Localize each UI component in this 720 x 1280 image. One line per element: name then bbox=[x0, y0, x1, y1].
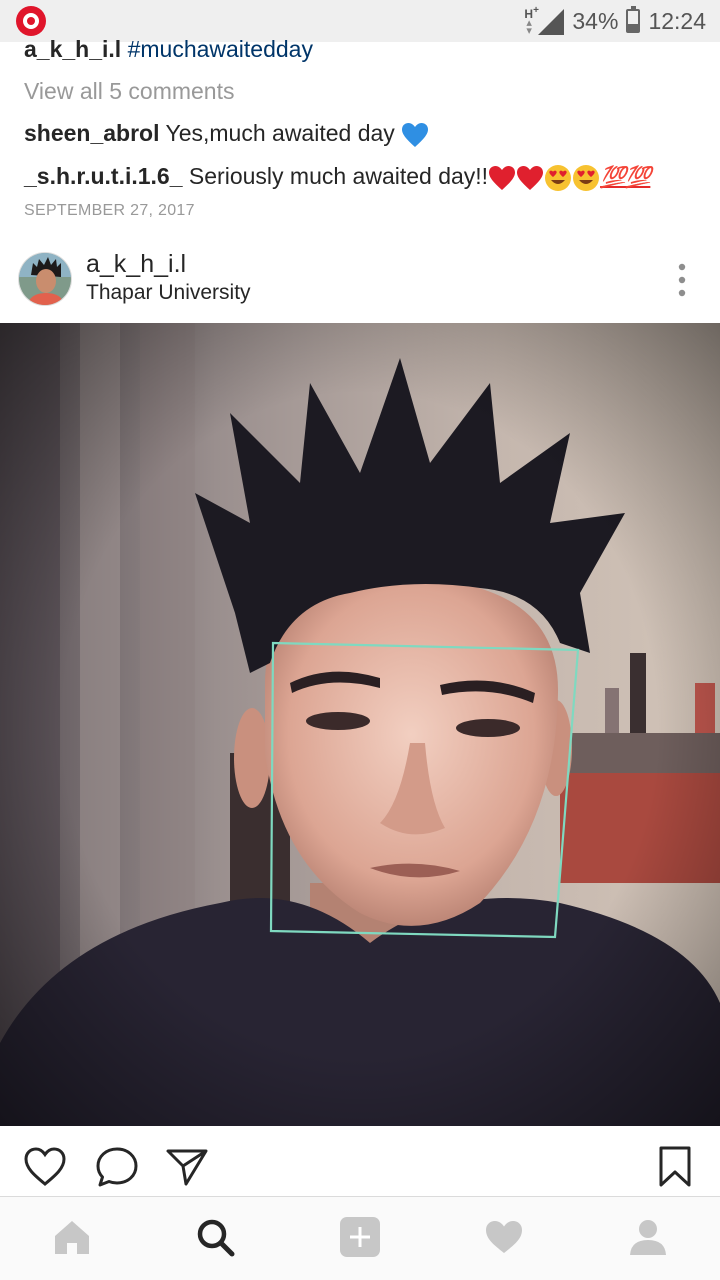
avatar[interactable] bbox=[18, 252, 72, 306]
post-action-bar bbox=[0, 1130, 720, 1196]
home-icon[interactable] bbox=[52, 1217, 92, 1257]
comment-username[interactable]: sheen_abrol bbox=[24, 120, 160, 146]
battery-icon bbox=[626, 6, 641, 33]
post-photo[interactable] bbox=[0, 323, 720, 1126]
activity-heart-icon[interactable] bbox=[484, 1217, 524, 1257]
caption-hashtag[interactable]: #muchawaitedday bbox=[128, 36, 313, 62]
profile-icon[interactable] bbox=[628, 1217, 668, 1257]
caption-username[interactable]: a_k_h_i.l bbox=[24, 36, 121, 62]
send-paper-plane-icon[interactable] bbox=[164, 1144, 210, 1190]
post-date: SEPTEMBER 27, 2017 bbox=[24, 202, 195, 219]
view-all-comments-link[interactable]: View all 5 comments bbox=[24, 78, 235, 105]
red-heart-emoji-icon bbox=[517, 165, 544, 190]
comment-bubble-icon[interactable] bbox=[94, 1144, 140, 1190]
app-notification-icon bbox=[16, 6, 46, 36]
status-indicators: H+ ▴ ▾ 34% 12:24 bbox=[524, 0, 706, 42]
post-image bbox=[0, 323, 720, 1126]
avatar-image bbox=[19, 253, 71, 305]
add-post-icon[interactable] bbox=[340, 1217, 380, 1257]
post-location[interactable]: Thapar University bbox=[86, 281, 251, 305]
more-vertical-icon[interactable] bbox=[676, 262, 688, 298]
heart-outline-icon[interactable] bbox=[22, 1144, 68, 1190]
post-header: a_k_h_i.l Thapar University bbox=[0, 240, 720, 322]
bottom-navigation bbox=[0, 1196, 720, 1280]
comment: sheen_abrol Yes,much awaited day bbox=[24, 120, 429, 148]
post-username[interactable]: a_k_h_i.l bbox=[86, 250, 186, 279]
bookmark-icon[interactable] bbox=[652, 1144, 698, 1190]
comment-text: Yes,much awaited day bbox=[165, 120, 395, 146]
comment-text: Seriously much awaited day!! bbox=[188, 163, 489, 189]
battery-percent: 34% bbox=[572, 7, 619, 34]
search-icon[interactable] bbox=[195, 1217, 235, 1257]
clock: 12:24 bbox=[648, 7, 706, 34]
heart-eyes-emoji-icon bbox=[573, 164, 600, 191]
comment-username[interactable]: _s.h.r.u.t.i.1.6_ bbox=[24, 163, 183, 189]
comment: _s.h.r.u.t.i.1.6_ Seriously much awaited… bbox=[24, 163, 651, 192]
hundred-points-emoji-icon: 💯💯 bbox=[600, 166, 651, 189]
previous-post-caption: a_k_h_i.l #muchawaitedday bbox=[24, 36, 313, 64]
blue-heart-emoji-icon bbox=[402, 122, 429, 147]
heart-eyes-emoji-icon bbox=[545, 164, 572, 191]
signal-icon: H+ ▴ ▾ bbox=[524, 5, 565, 37]
red-heart-emoji-icon bbox=[489, 165, 516, 190]
